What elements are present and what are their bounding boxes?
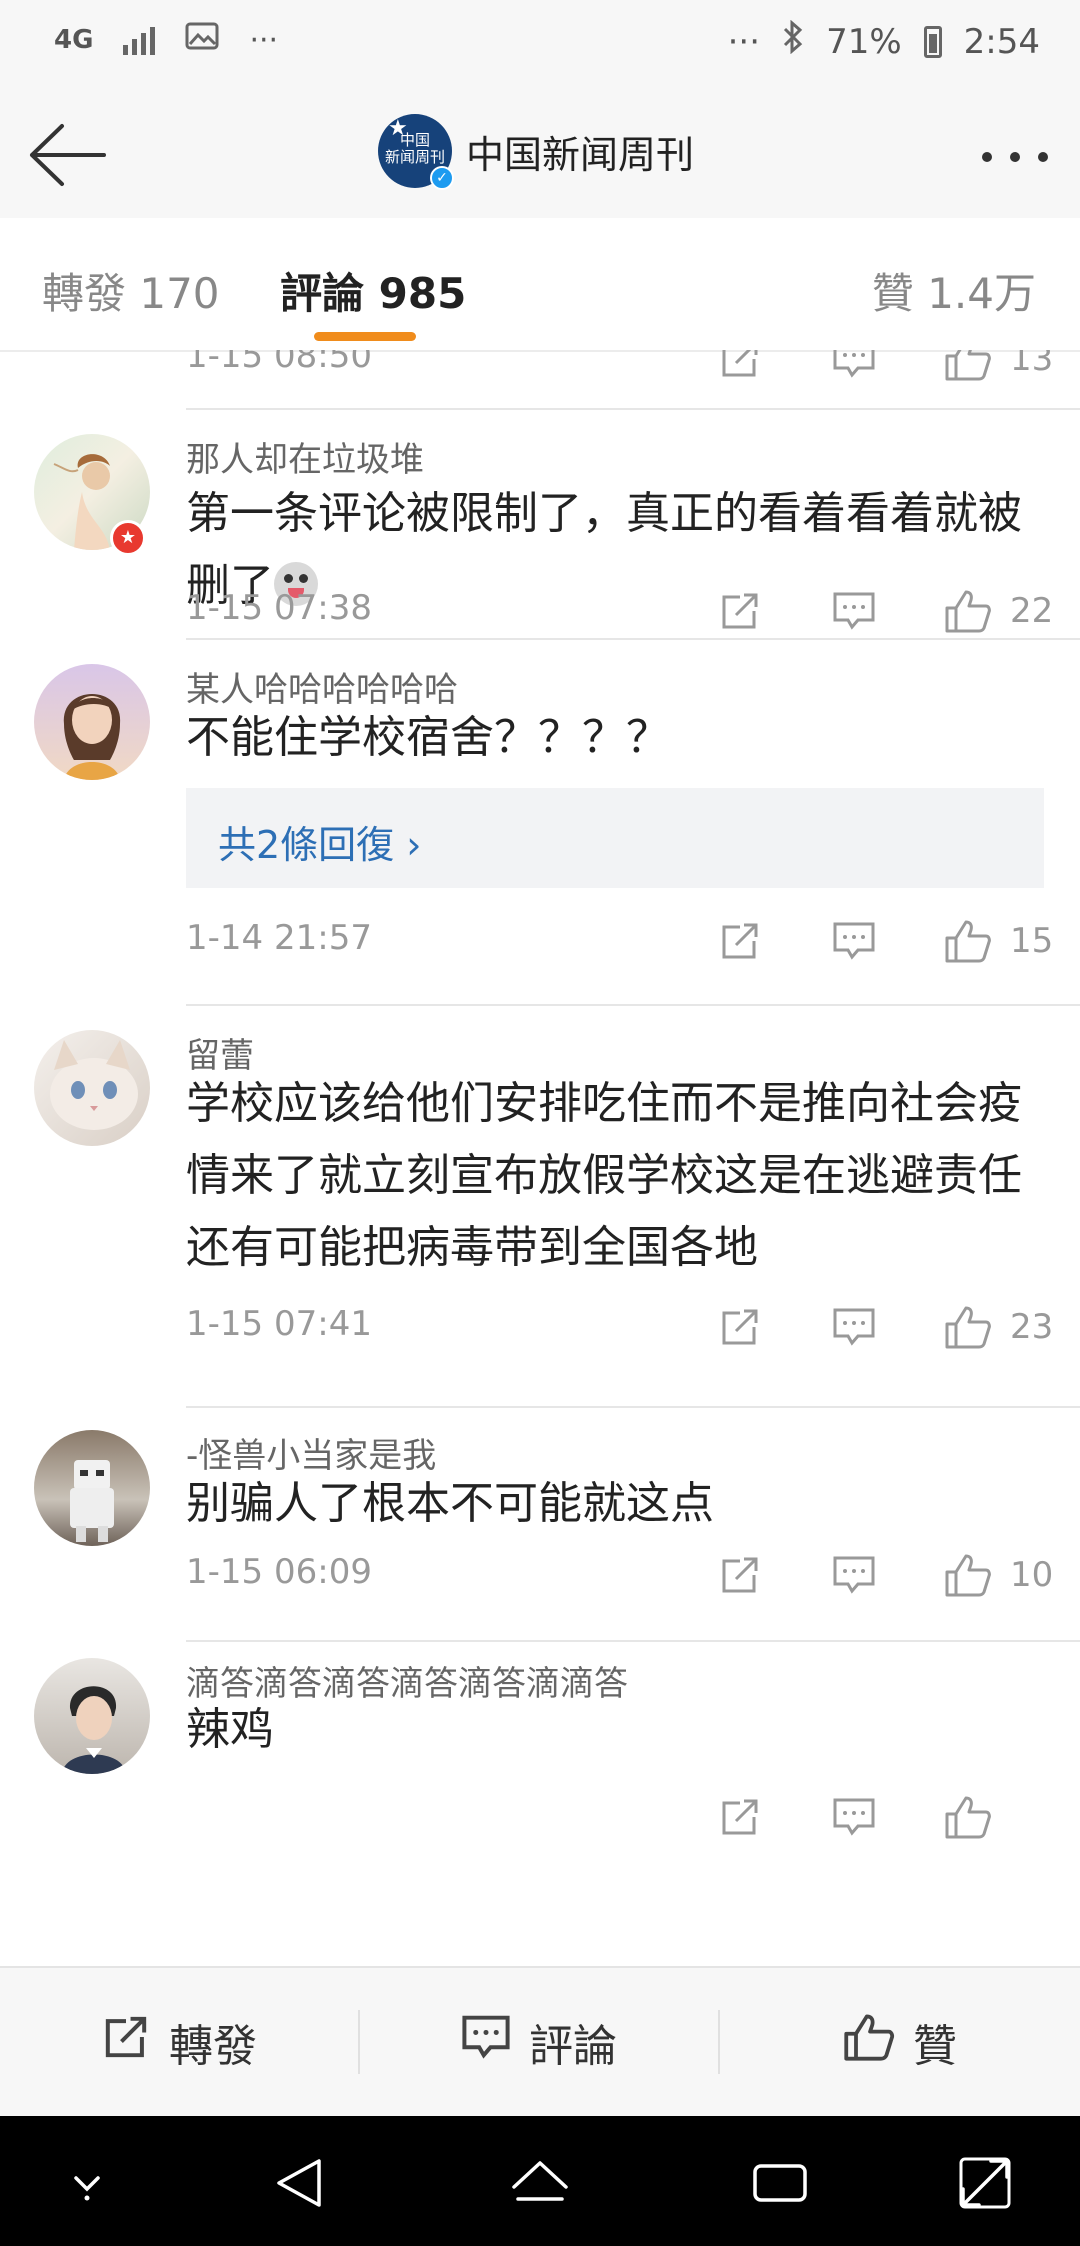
comment-item: 某人哈哈哈哈哈哈 不能住学校宿舍？？？？ 共2條回復 › 1-14 21:57 …	[0, 640, 1080, 1006]
top-nav-bar: ★ 中国 新闻周刊 ✓ 中国新闻周刊	[0, 92, 1080, 220]
like-button[interactable]: 贊	[720, 1968, 1080, 2116]
avatar[interactable]	[34, 1030, 150, 1146]
repost-button[interactable]: 轉發	[0, 1968, 358, 2116]
comment-text: 不能住学校宿舍？？？？	[186, 712, 670, 763]
like-count: 22	[1010, 591, 1054, 631]
like-count: 23	[1010, 1307, 1054, 1347]
comment-text: 辣鸡	[186, 1704, 274, 1755]
comment-actions	[710, 1792, 998, 1842]
hide-keyboard-icon[interactable]	[52, 2148, 122, 2218]
battery-icon	[923, 25, 942, 58]
share-icon[interactable]	[710, 916, 770, 966]
comment-actions: 15	[710, 916, 1053, 966]
recents-nav-icon[interactable]	[745, 2148, 815, 2218]
comment-item: -怪兽小当家是我 别骗人了根本不可能就这点 1-15 06:09 10	[0, 1408, 1080, 1642]
image-icon	[185, 22, 219, 58]
thumbs-up-icon[interactable]	[938, 1302, 998, 1352]
thumbs-up-icon[interactable]	[938, 916, 998, 966]
back-arrow-icon[interactable]	[28, 120, 108, 190]
share-icon	[101, 2012, 151, 2073]
share-icon[interactable]	[710, 350, 770, 384]
bottom-action-bar: 轉發 評論 贊	[0, 1966, 1080, 2116]
comment-actions: 13	[710, 350, 1053, 384]
comment-time: 1-15 07:38	[186, 588, 372, 628]
comment-time: 1-14 21:57	[186, 918, 372, 958]
thumbs-up-icon[interactable]	[938, 350, 998, 384]
like-count: 15	[1010, 921, 1054, 961]
comment-text: 别骗人了根本不可能就这点	[186, 1478, 714, 1529]
share-icon[interactable]	[710, 1302, 770, 1352]
avatar[interactable]	[34, 1658, 150, 1774]
replies-box[interactable]: 共2條回復 ›	[186, 788, 1044, 888]
tab-comments[interactable]: 評論 985	[280, 260, 466, 321]
avatar[interactable]	[34, 1430, 150, 1546]
account-logo: ★ 中国 新闻周刊 ✓	[378, 114, 454, 190]
active-tab-indicator	[314, 332, 416, 341]
comment-icon	[461, 2014, 511, 2071]
comment-list: 1-15 08:50 13 ★ 那人却在垃圾堆 第一条评论被限制了，真正的看着看…	[0, 350, 1080, 1966]
more-options-icon[interactable]	[982, 152, 1048, 162]
thumbs-up-icon	[843, 2012, 895, 2073]
signal-icon	[123, 25, 156, 55]
bluetooth-icon	[782, 19, 804, 63]
battery-percent: 71%	[826, 21, 902, 62]
comment-button[interactable]: 評論	[360, 1968, 718, 2116]
comment-time: 1-15 08:50	[186, 350, 372, 376]
avatar[interactable]	[34, 664, 150, 780]
comment-text: 学校应该给他们安排吃住而不是推向社会疫情来了就立刻宣布放假学校这是在逃避责任 还…	[186, 1078, 1022, 1273]
tab-reposts[interactable]: 轉發 170	[42, 260, 220, 321]
comment-item: 1-15 08:50 13	[0, 350, 1080, 410]
reply-icon[interactable]	[824, 350, 884, 384]
more-status: ···	[727, 21, 761, 62]
tab-bar: 轉發 170 評論 985 贊 1.4万	[0, 218, 1080, 352]
comment-item: 滴答滴答滴答滴答滴答滴滴答 辣鸡	[0, 1642, 1080, 1966]
back-nav-icon[interactable]	[264, 2148, 334, 2218]
user-badge-icon: ★	[110, 520, 146, 556]
logo-text: 新闻周刊	[384, 148, 445, 166]
clock: 2:54	[963, 21, 1040, 62]
reply-icon[interactable]	[824, 1792, 884, 1842]
comment-actions: 22	[710, 586, 1053, 636]
comment-actions: 23	[710, 1302, 1053, 1352]
share-icon[interactable]	[710, 1792, 770, 1842]
home-nav-icon[interactable]	[505, 2148, 575, 2218]
tab-likes[interactable]: 贊 1.4万	[872, 260, 1036, 321]
account-header[interactable]: ★ 中国 新闻周刊 ✓ 中国新闻周刊	[378, 114, 695, 190]
thumbs-up-icon[interactable]	[938, 1792, 998, 1842]
thumbs-up-icon[interactable]	[938, 1550, 998, 1600]
comment-actions: 10	[710, 1550, 1053, 1600]
thumbs-up-icon[interactable]	[938, 586, 998, 636]
account-name: 中国新闻周刊	[466, 132, 695, 177]
like-count: 13	[1010, 350, 1054, 379]
share-icon[interactable]	[710, 1550, 770, 1600]
verified-icon: ✓	[430, 166, 454, 190]
system-nav-bar	[0, 2116, 1080, 2246]
comment-time: 1-15 06:09	[186, 1552, 372, 1592]
star-icon: ★	[388, 116, 408, 141]
reply-icon[interactable]	[824, 586, 884, 636]
like-count: 10	[1010, 1555, 1054, 1595]
more-notifications: ···	[249, 22, 279, 58]
share-icon[interactable]	[710, 586, 770, 636]
comment-label: 評論	[529, 2021, 617, 2072]
expand-screen-icon[interactable]	[950, 2148, 1020, 2218]
reply-icon[interactable]	[824, 916, 884, 966]
network-type: 4G	[54, 25, 94, 55]
reply-icon[interactable]	[824, 1302, 884, 1352]
like-label: 贊	[913, 2021, 957, 2072]
comment-item: ★ 那人却在垃圾堆 第一条评论被限制了，真正的看着看着就被删了 1-15 07:…	[0, 410, 1080, 640]
view-replies-link[interactable]: 共2條回復 ›	[218, 814, 421, 869]
comment-username[interactable]: 那人却在垃圾堆	[186, 432, 424, 481]
repost-label: 轉發	[169, 2021, 257, 2072]
reply-icon[interactable]	[824, 1550, 884, 1600]
comment-time: 1-15 07:41	[186, 1304, 372, 1344]
status-bar: 4G ··· ··· 71% 2:54	[0, 0, 1080, 92]
comment-item: 留蕾 学校应该给他们安排吃住而不是推向社会疫情来了就立刻宣布放假学校这是在逃避责…	[0, 1006, 1080, 1408]
